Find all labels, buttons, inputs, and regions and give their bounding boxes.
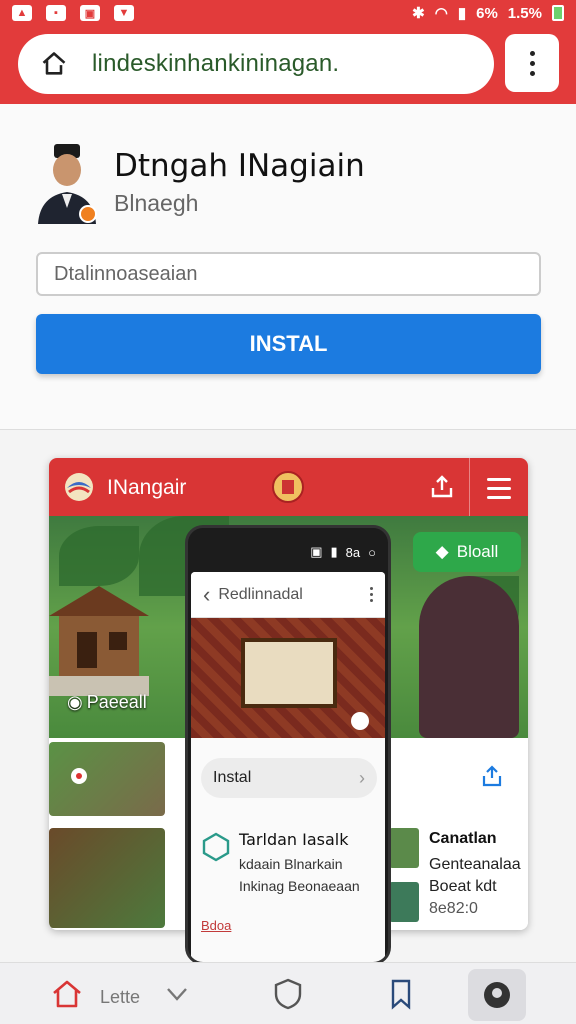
status-bar: ▲ ▪ ▣ ▼ ✱ ◠ ▮ 6% 1.5%: [0, 0, 576, 26]
header-divider: [469, 458, 470, 516]
thumbnail-2[interactable]: [49, 828, 165, 928]
hero-label-text: Paeeall: [86, 692, 147, 712]
battery-icon: [552, 5, 564, 21]
emblem-icon: [272, 471, 304, 503]
side-card-title: Canatlan: [429, 830, 497, 847]
url-text[interactable]: lindeskinhankininagan.: [92, 50, 339, 78]
hero-pill-button[interactable]: ◆ Bloall: [413, 532, 521, 572]
phone-app-bar: ‹ Redlinnadal: [191, 572, 385, 618]
profile-nav-active[interactable]: [468, 969, 526, 1021]
camera-icon: ◉: [67, 692, 83, 712]
image-icon: ▣: [80, 5, 100, 21]
carpet-image: [191, 618, 385, 738]
location-icon: [484, 982, 510, 1008]
bookmark-icon[interactable]: [384, 977, 418, 1011]
person-figure: [419, 576, 519, 738]
media-icon: ▪: [46, 5, 66, 21]
phone-mockup: ▣ ▮ 8a ○ ‹ Redlinnadal Instal › Tarldan …: [185, 525, 391, 965]
location-pin-icon: [71, 768, 87, 784]
signal-icon: ▮: [457, 5, 467, 22]
phone-signal-icon: ▮: [330, 544, 338, 559]
phone-item-line-1: kdaain Blnarkain: [239, 856, 343, 872]
house-illustration: [49, 586, 149, 696]
side-card-thumb: [389, 828, 419, 868]
install-card: Dtngah INagiain Blnaegh Dtalinnoaseaian …: [0, 104, 576, 430]
side-card[interactable]: Canatlan Genteanalaa Boeat kdt 8e82:0: [389, 828, 528, 930]
phone-link[interactable]: Bdoa: [201, 918, 231, 933]
hamburger-icon[interactable]: [487, 478, 511, 505]
share-icon[interactable]: [429, 474, 455, 500]
phone-notif-icon: ▣: [310, 544, 323, 559]
tag-icon: ◆: [435, 542, 449, 561]
side-card-line-2: Boeat kdt: [429, 878, 497, 895]
overflow-menu-icon[interactable]: [370, 587, 373, 602]
phone-screen: ‹ Redlinnadal Instal › Tarldan Iasalk kd…: [191, 572, 385, 962]
upload-share-icon[interactable]: [481, 764, 503, 788]
status-percent: 6%: [476, 4, 498, 22]
play-icon[interactable]: [351, 712, 369, 730]
bluetooth-icon: ✱: [412, 5, 425, 22]
wifi-icon: ◠: [434, 5, 448, 22]
thumbnail-1[interactable]: [49, 742, 165, 816]
browser-toolbar: lindeskinhankininagan.: [0, 26, 576, 104]
side-card-thumb-2: [389, 882, 419, 922]
phone-install-label: Instal: [213, 769, 252, 786]
battery-text: 1.5%: [507, 4, 542, 22]
site-header: INangair: [49, 458, 528, 516]
chevron-down-icon[interactable]: [160, 977, 194, 1011]
phone-item-title: Tarldan Iasalk: [239, 830, 349, 849]
shield-icon[interactable]: [271, 977, 305, 1011]
side-card-line-1: Genteanalaa: [429, 856, 521, 873]
browser-menu-button[interactable]: [505, 34, 559, 92]
shield-notif-icon: ▼: [114, 5, 134, 21]
address-bar[interactable]: lindeskinhankininagan.: [18, 34, 494, 94]
phone-circle-icon: ○: [368, 544, 376, 560]
window-frame: [241, 638, 337, 708]
hexagon-icon: [202, 832, 230, 862]
bottom-nav-label[interactable]: Lette: [100, 987, 140, 1008]
home-icon[interactable]: [40, 50, 68, 78]
search-input[interactable]: Dtalinnoaseaian: [36, 252, 541, 296]
app-title: Dtngah INagiain: [114, 148, 365, 184]
home-nav-icon[interactable]: [50, 977, 84, 1011]
back-icon[interactable]: ‹: [203, 582, 210, 608]
phone-status-text: 8a: [345, 544, 361, 560]
phone-install-row[interactable]: Instal ›: [201, 758, 377, 798]
hero-label[interactable]: ◉ Paeeall: [67, 692, 147, 713]
upload-icon: ▲: [12, 5, 32, 21]
site-name[interactable]: INangair: [107, 476, 186, 500]
chevron-right-icon: ›: [359, 767, 365, 788]
site-logo-icon: [65, 473, 93, 501]
bottom-navigation: Lette: [0, 962, 576, 1024]
app-subtitle: Blnaegh: [114, 190, 199, 216]
hero-pill-text: Bloall: [456, 542, 499, 561]
side-card-line-3: 8e82:0: [429, 900, 478, 917]
phone-status-bar: ▣ ▮ 8a ○: [188, 536, 388, 568]
install-button[interactable]: INSTAL: [36, 314, 541, 374]
phone-bar-title: Redlinnadal: [218, 585, 303, 603]
avatar: [36, 144, 98, 224]
phone-item-line-2: Inkinag Beonaeaan: [239, 878, 360, 894]
